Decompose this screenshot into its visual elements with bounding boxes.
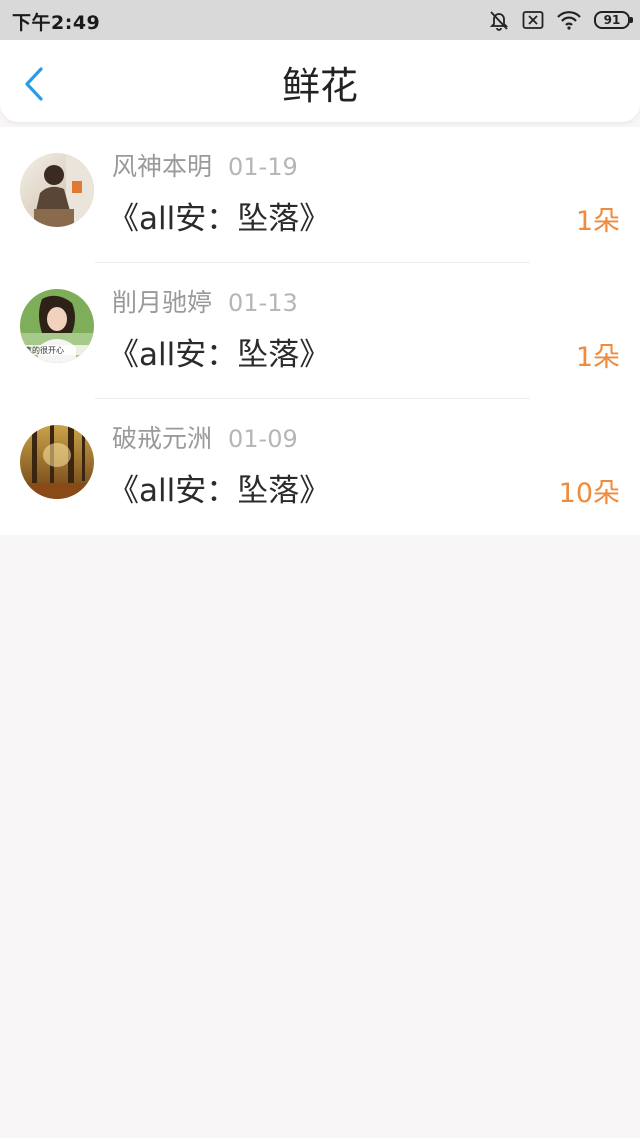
avatar[interactable]: 真的很开心 [20, 289, 94, 363]
wifi-icon [556, 10, 582, 30]
gift-meta: 削月驰婷 01-13 [112, 283, 298, 319]
page-title: 鲜花 [281, 64, 358, 108]
flower-count: 1朵 [575, 342, 620, 373]
gift-date: 01-09 [228, 425, 298, 453]
list-item[interactable]: 破戒元洲 01-09 《all安：坠落》 10朵 [0, 399, 640, 535]
flower-gift-list: 风神本明 01-19 《all安：坠落》 1朵 真的很开心 削月驰婷 01-13 《… [0, 127, 640, 535]
user-name: 破戒元洲 [112, 424, 213, 453]
book-title[interactable]: 《all安：坠落》 [108, 329, 330, 374]
user-name: 风神本明 [112, 152, 213, 181]
status-bar: 下午2:49 91 [0, 0, 640, 40]
avatar[interactable] [20, 153, 94, 227]
battery-icon: 91 [594, 11, 633, 29]
list-item[interactable]: 真的很开心 削月驰婷 01-13 《all安：坠落》 1朵 [0, 263, 640, 399]
gift-date: 01-13 [228, 289, 298, 317]
sim-x-icon [522, 10, 544, 30]
flower-count: 1朵 [575, 206, 620, 237]
book-title[interactable]: 《all安：坠落》 [108, 465, 330, 510]
status-time: 下午2:49 [12, 12, 101, 34]
book-title[interactable]: 《all安：坠落》 [108, 193, 330, 238]
avatar[interactable] [20, 425, 94, 499]
avatar-caption: 真的很开心 [24, 345, 64, 355]
list-item[interactable]: 风神本明 01-19 《all安：坠落》 1朵 [0, 127, 640, 263]
status-icons: 91 [488, 8, 633, 32]
user-name: 削月驰婷 [112, 288, 213, 317]
bell-off-icon [488, 9, 510, 31]
flower-count: 10朵 [558, 478, 620, 509]
gift-meta: 破戒元洲 01-09 [112, 419, 298, 455]
gift-date: 01-19 [228, 153, 298, 181]
app-header: 鲜花 [0, 40, 640, 122]
gift-meta: 风神本明 01-19 [112, 147, 298, 183]
